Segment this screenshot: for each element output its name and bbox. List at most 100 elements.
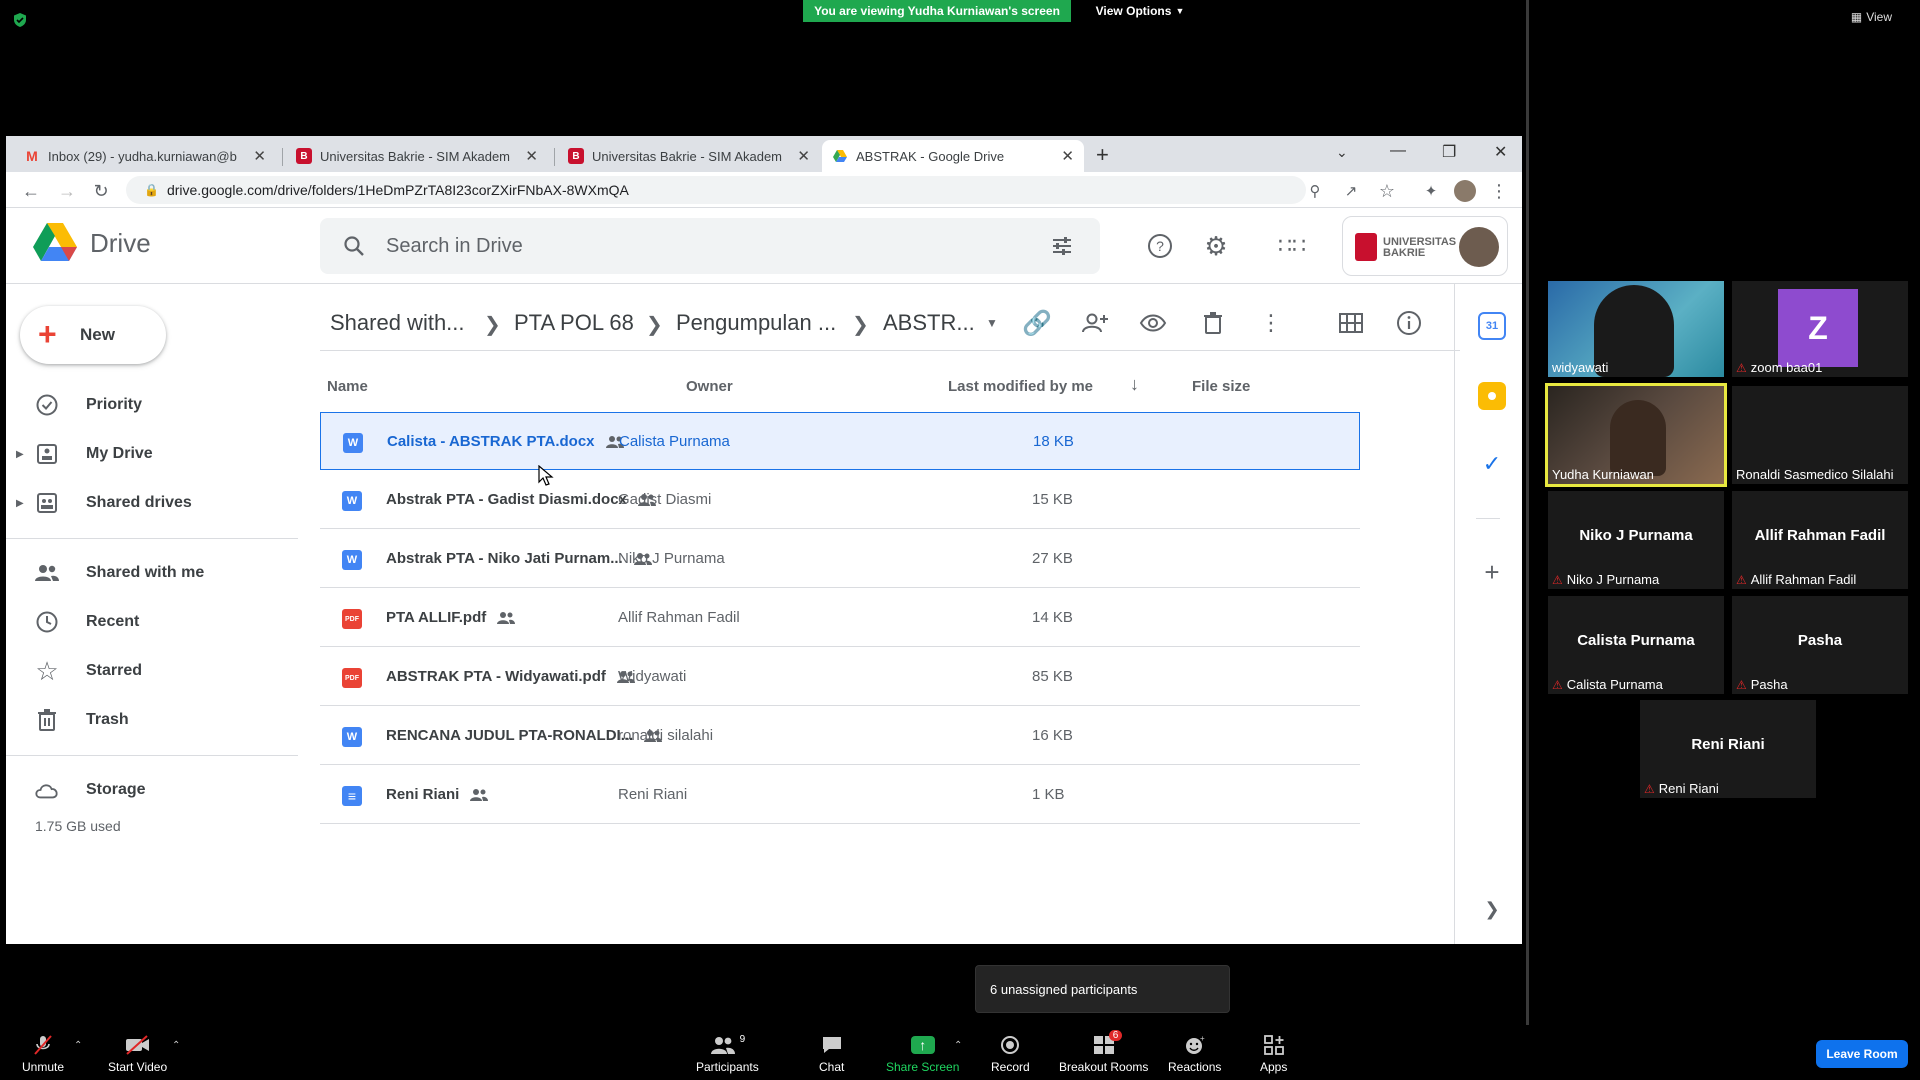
participant-tile[interactable]: Niko J Purnama ⚠ Niko J Purnama [1548, 491, 1724, 589]
column-name[interactable]: Name [327, 378, 368, 395]
nav-trash[interactable]: Trash [0, 700, 290, 740]
add-addon-icon[interactable]: + [1478, 557, 1506, 587]
grid-view-icon[interactable] [1336, 308, 1366, 338]
minimize-icon[interactable]: — [1390, 142, 1406, 160]
extensions-icon[interactable]: ✦ [1420, 180, 1442, 202]
breadcrumb-item[interactable]: Shared with... [330, 310, 465, 336]
bookmark-star-icon[interactable]: ☆ [1376, 180, 1398, 202]
panel-divider[interactable] [1526, 0, 1529, 1025]
drive-logo-icon[interactable] [32, 222, 78, 262]
column-file-size[interactable]: File size [1192, 378, 1250, 395]
start-video-button[interactable]: Start Video [108, 1034, 167, 1074]
add-person-icon[interactable] [1080, 308, 1110, 338]
reactions-button[interactable]: + Reactions [1168, 1034, 1221, 1074]
new-button[interactable]: + New [20, 306, 166, 364]
file-row[interactable]: PDF PTA ALLIF.pdf Allif Rahman Fadil 14 … [320, 589, 1360, 647]
breadcrumb-item[interactable]: Pengumpulan ... [676, 310, 836, 336]
settings-gear-icon[interactable]: ⚙ [1202, 231, 1230, 261]
zoom-icon[interactable]: ⚲ [1304, 180, 1326, 202]
unmute-button[interactable]: Unmute [22, 1034, 64, 1074]
apps-grid-icon[interactable]: ∷∷ [1278, 232, 1306, 260]
file-row[interactable]: PDF ABSTRAK PTA - Widyawati.pdf Widyawat… [320, 648, 1360, 706]
audio-options-caret-icon[interactable]: ⌃ [74, 1040, 82, 1051]
leave-room-button[interactable]: Leave Room [1816, 1040, 1908, 1068]
back-icon[interactable]: ← [20, 180, 42, 202]
close-icon[interactable]: ✕ [253, 147, 266, 165]
tab-bakrie-1[interactable]: B Universitas Bakrie - SIM Akadem ✕ [286, 140, 548, 172]
expand-arrow-icon[interactable]: ▶ [16, 498, 24, 509]
tab-search-icon[interactable]: ⌄ [1336, 144, 1348, 161]
search-options-icon[interactable] [1050, 234, 1074, 258]
close-window-icon[interactable]: ✕ [1494, 142, 1507, 162]
calendar-icon[interactable]: 31 [1478, 312, 1506, 340]
nav-priority[interactable]: Priority [0, 385, 290, 425]
participant-tile[interactable]: Allif Rahman Fadil ⚠ Allif Rahman Fadil [1732, 491, 1908, 589]
link-icon[interactable]: 🔗 [1022, 308, 1052, 338]
account-avatar[interactable] [1459, 227, 1499, 267]
expand-panel-icon[interactable]: ❯ [1478, 895, 1506, 923]
nav-starred[interactable]: ☆ Starred [0, 651, 290, 691]
nav-my-drive[interactable]: ▶ My Drive [0, 434, 290, 474]
record-button[interactable]: Record [991, 1034, 1030, 1074]
close-icon[interactable]: ✕ [525, 147, 538, 165]
nav-shared-drives[interactable]: ▶ Shared drives [0, 483, 290, 523]
expand-arrow-icon[interactable]: ▶ [16, 449, 24, 460]
nav-shared-with-me[interactable]: Shared with me [0, 553, 290, 593]
share-icon[interactable]: ↗ [1340, 180, 1362, 202]
tab-google-drive[interactable]: ABSTRAK - Google Drive ✕ [822, 140, 1084, 172]
file-row[interactable]: W Abstrak PTA - Gadist Diasmi.docx Gadis… [320, 471, 1360, 529]
file-row[interactable]: W Abstrak PTA - Niko Jati Purnam... Niko… [320, 530, 1360, 588]
file-row[interactable]: ≡ Reni Riani Reni Riani 1 KB [320, 766, 1360, 824]
chat-button[interactable]: Chat [819, 1034, 844, 1074]
file-row[interactable]: W RENCANA JUDUL PTA-RONALDI... ronaldi s… [320, 707, 1360, 765]
tasks-icon[interactable]: ✓ [1478, 450, 1506, 478]
profile-avatar[interactable] [1454, 180, 1476, 202]
breadcrumb-current[interactable]: ABSTR... [883, 310, 975, 336]
tab-separator [282, 148, 283, 166]
restore-icon[interactable]: ❐ [1442, 142, 1456, 162]
caret-down-icon[interactable]: ▼ [986, 316, 998, 330]
info-icon[interactable] [1394, 308, 1424, 338]
participant-tile[interactable]: Pasha ⚠ Pasha [1732, 596, 1908, 694]
reload-icon[interactable]: ↻ [90, 180, 112, 202]
tab-gmail[interactable]: M Inbox (29) - yudha.kurniawan@b ✕ [14, 140, 276, 172]
participant-tile[interactable]: Calista Purnama ⚠ Calista Purnama [1548, 596, 1724, 694]
close-icon[interactable]: ✕ [797, 147, 810, 165]
participant-tile-active-speaker[interactable]: Yudha Kurniawan [1545, 383, 1727, 487]
new-tab-icon[interactable]: + [1096, 142, 1109, 168]
view-layout-button[interactable]: ▦ View [1851, 10, 1892, 24]
participant-tile[interactable]: widyawati [1548, 281, 1724, 377]
file-owner: Gadist Diasmi [618, 491, 712, 508]
nav-recent[interactable]: Recent [0, 602, 290, 642]
participant-tile[interactable]: Reni Riani ⚠ Reni Riani [1640, 700, 1816, 798]
url-field[interactable]: 🔒 drive.google.com/drive/folders/1HeDmPZ… [126, 176, 1306, 204]
participant-tile[interactable]: Ronaldi Sasmedico Silalahi [1732, 386, 1908, 484]
security-shield-icon[interactable] [12, 12, 28, 28]
sort-arrow-down-icon[interactable]: ↓ [1130, 374, 1139, 395]
apps-button[interactable]: Apps [1260, 1034, 1287, 1074]
keep-icon[interactable] [1478, 382, 1506, 410]
share-screen-button[interactable]: ↑ Share Screen [886, 1034, 959, 1074]
breadcrumb-item[interactable]: PTA POL 68 [514, 310, 634, 336]
nav-storage[interactable]: Storage [0, 770, 290, 810]
search-input[interactable]: Search in Drive [320, 218, 1100, 274]
video-options-caret-icon[interactable]: ⌃ [172, 1040, 180, 1051]
more-actions-icon[interactable]: ⋮ [1256, 308, 1286, 338]
preview-eye-icon[interactable] [1138, 308, 1168, 338]
help-icon[interactable]: ? [1146, 232, 1174, 260]
column-owner[interactable]: Owner [686, 378, 733, 395]
more-vert-icon[interactable]: ⋮ [1488, 180, 1510, 202]
delete-icon[interactable] [1198, 308, 1228, 338]
breakout-rooms-button[interactable]: 6 Breakout Rooms [1059, 1030, 1148, 1074]
file-row-selected[interactable]: W Calista - ABSTRAK PTA.docx Calista Pur… [320, 412, 1360, 470]
column-last-modified[interactable]: Last modified by me [948, 378, 1093, 395]
bakrie-shield-icon [1355, 233, 1377, 261]
account-switcher[interactable]: UNIVERSITAS BAKRIE [1342, 216, 1508, 276]
close-icon[interactable]: ✕ [1061, 147, 1074, 165]
share-options-caret-icon[interactable]: ⌃ [954, 1040, 962, 1051]
tab-bakrie-2[interactable]: B Universitas Bakrie - SIM Akadem ✕ [558, 140, 820, 172]
participant-tile[interactable]: Z ⚠ zoom baa01 [1732, 281, 1908, 377]
participants-button[interactable]: 9 Participants [696, 1034, 759, 1074]
view-options-button[interactable]: View Options ▼ [1085, 0, 1195, 22]
forward-icon[interactable]: → [56, 180, 78, 202]
